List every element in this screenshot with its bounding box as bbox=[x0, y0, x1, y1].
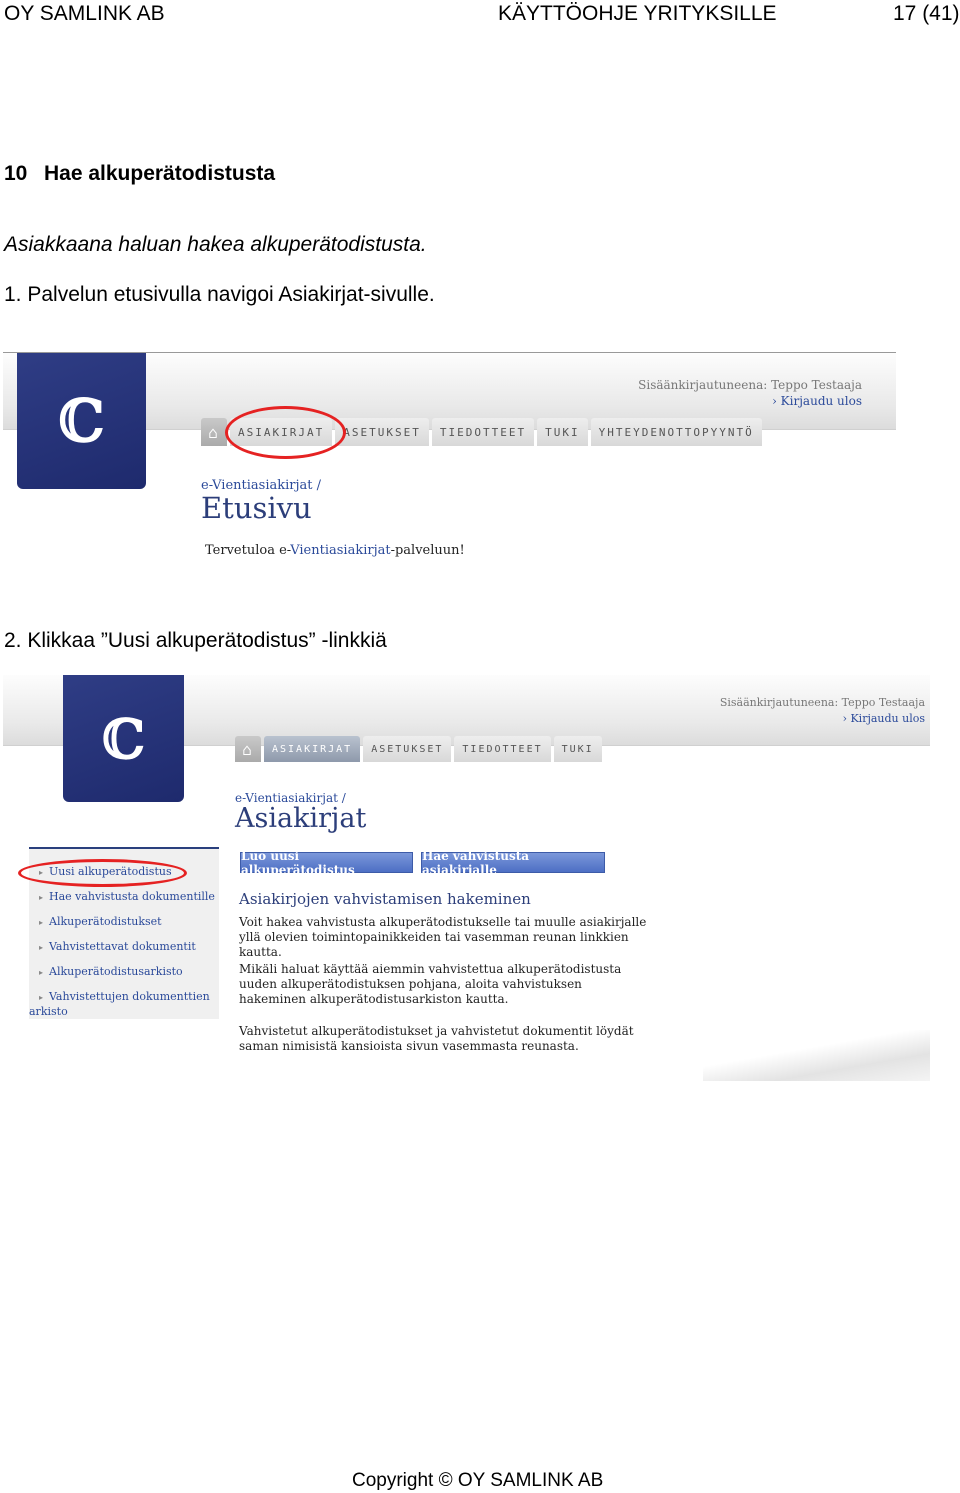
tab-tiedotteet[interactable]: TIEDOTTEET bbox=[431, 418, 535, 446]
section-heading: 10 Hae alkuperätodistusta bbox=[4, 162, 275, 186]
page-title: Asiakirjat bbox=[235, 803, 367, 834]
tab-tuki[interactable]: TUKI bbox=[537, 418, 588, 446]
tab-asetukset[interactable]: ASETUKSET bbox=[335, 418, 429, 446]
tab-yhteydenottopyynto[interactable]: YHTEYDENOTTOPYYNTÖ bbox=[590, 418, 762, 446]
page-title: Etusivu bbox=[201, 491, 312, 525]
tab-tiedotteet[interactable]: TIEDOTTEET bbox=[454, 736, 551, 762]
logo-icon: ℂ bbox=[63, 675, 184, 802]
sidebar-label: Vahvistettavat dokumentit bbox=[49, 940, 196, 953]
step-2: 2. Klikkaa ”Uusi alkuperätodistus” -link… bbox=[4, 629, 387, 652]
logged-in-label: Sisäänkirjautuneena: Teppo Testaaja bbox=[719, 696, 925, 709]
sidebar-item-alkuperatodistukset[interactable]: ▸ Alkuperätodistukset bbox=[29, 913, 219, 932]
intro-text: Asiakkaana haluan hakea alkuperätodistus… bbox=[4, 233, 427, 256]
doc-header-company: OY SAMLINK AB bbox=[4, 2, 165, 25]
footer-swoosh bbox=[703, 1030, 930, 1081]
logout-link[interactable]: › Kirjaudu ulos bbox=[843, 712, 925, 725]
sidebar-item-hae-vahvistusta[interactable]: ▸ Hae vahvistusta dokumentille bbox=[29, 888, 219, 907]
sidebar-item-vahvistettavat[interactable]: ▸ Vahvistettavat dokumentit bbox=[29, 938, 219, 957]
arrow-icon: ▸ bbox=[39, 943, 44, 952]
section-title: Hae alkuperätodistusta bbox=[44, 162, 276, 185]
welcome-pre: Tervetuloa e- bbox=[205, 543, 291, 558]
home-icon[interactable]: ⌂ bbox=[235, 736, 261, 762]
welcome-text: Tervetuloa e-Vientiasiakirjat-palveluun! bbox=[205, 543, 465, 558]
highlight-oval bbox=[225, 406, 346, 459]
content-para-3: Vahvistetut alkuperätodistukset ja vahvi… bbox=[239, 1024, 634, 1053]
tab-asetukset[interactable]: ASETUKSET bbox=[363, 736, 452, 762]
sidebar-label: Hae vahvistusta dokumentille bbox=[49, 890, 215, 903]
sidebar-label-cont: arkisto bbox=[29, 1005, 68, 1018]
create-origin-certificate-button[interactable]: Luo uusi alkuperätodistus bbox=[240, 849, 413, 877]
section-number: 10 bbox=[4, 162, 28, 185]
doc-header-title: KÄYTTÖOHJE YRITYKSILLE bbox=[498, 2, 777, 25]
content-para-1: Voit hakea vahvistusta alkuperätodistuks… bbox=[239, 915, 647, 959]
user-info: Sisäänkirjautuneena: Teppo Testaaja › Ki… bbox=[720, 695, 925, 727]
content-title: Asiakirjojen vahvistamisen hakeminen bbox=[239, 890, 531, 908]
home-icon[interactable]: ⌂ bbox=[201, 418, 227, 446]
logged-in-label: Sisäänkirjautuneena: Teppo Testaaja bbox=[638, 378, 862, 392]
content-para-2: Mikäli haluat käyttää aiemmin vahvistett… bbox=[239, 962, 622, 1006]
sidebar-item-arkisto[interactable]: ▸ Alkuperätodistusarkisto bbox=[29, 963, 219, 982]
doc-header-page: 17 (41) bbox=[893, 2, 960, 25]
arrow-icon: ▸ bbox=[39, 893, 44, 902]
sidebar-label: Vahvistettujen dokumenttien bbox=[49, 990, 210, 1003]
tab-asiakirjat[interactable]: ASIAKIRJAT bbox=[264, 736, 361, 762]
tab-tuki[interactable]: TUKI bbox=[553, 736, 602, 762]
highlight-oval bbox=[18, 859, 187, 887]
logo-icon: ℂ bbox=[17, 353, 146, 489]
logout-link[interactable]: › Kirjaudu ulos bbox=[772, 394, 862, 408]
step-1: 1. Palvelun etusivulla navigoi Asiakirja… bbox=[4, 283, 435, 306]
arrow-icon: ▸ bbox=[39, 968, 44, 977]
welcome-link[interactable]: Vientiasiakirjat bbox=[290, 543, 390, 558]
welcome-post: -palveluun! bbox=[390, 543, 465, 558]
arrow-icon: ▸ bbox=[39, 993, 44, 1002]
sidebar-label: Alkuperätodistusarkisto bbox=[49, 965, 183, 978]
main-nav: ⌂ ASIAKIRJAT ASETUKSET TIEDOTTEET TUKI bbox=[235, 736, 602, 762]
sidebar-item-vahvistettujen[interactable]: ▸ Vahvistettujen dokumenttien arkisto bbox=[29, 988, 219, 1021]
screenshot-etusivu: ℂ Sisäänkirjautuneena: Teppo Testaaja › … bbox=[3, 352, 896, 568]
user-info: Sisäänkirjautuneena: Teppo Testaaja › Ki… bbox=[638, 377, 862, 409]
request-confirmation-button[interactable]: Hae vahvistusta asiakirjalle bbox=[421, 849, 605, 877]
sidebar-label: Alkuperätodistukset bbox=[49, 915, 162, 928]
arrow-icon: ▸ bbox=[39, 918, 44, 927]
copyright-footer: Copyright © OY SAMLINK AB bbox=[352, 1470, 604, 1491]
screenshot-asiakirjat: ℂ Sisäänkirjautuneena: Teppo Testaaja › … bbox=[3, 675, 930, 1081]
